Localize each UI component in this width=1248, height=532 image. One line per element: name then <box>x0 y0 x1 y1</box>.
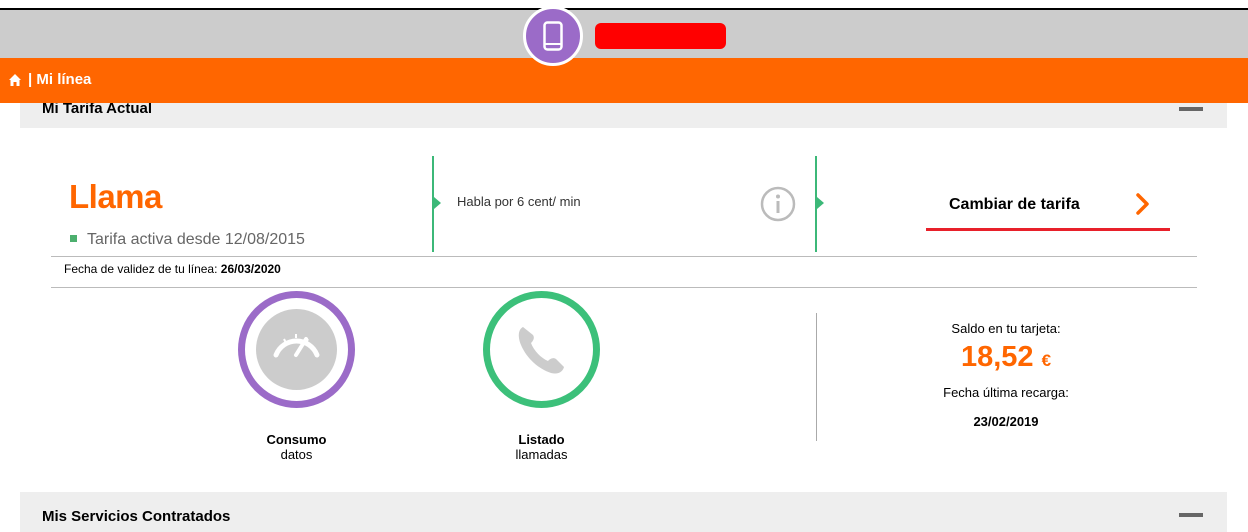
phone-handset-icon <box>501 309 582 390</box>
balance-label: Saldo en tu tarjeta: <box>951 321 1061 336</box>
call-list-sub: llamadas <box>515 447 568 462</box>
balance-value: 18,52 <box>960 341 1034 373</box>
divider <box>51 287 1197 288</box>
collapse-icon[interactable] <box>1179 513 1203 517</box>
breadcrumb: | Mi línea <box>28 71 91 88</box>
change-plan-button[interactable]: Cambiar de tarifa <box>926 185 1170 225</box>
divider-arrow <box>434 197 441 209</box>
line-validity: Fecha de validez de tu línea: 26/03/2020 <box>64 262 281 276</box>
call-list-caption: Listado llamadas <box>483 432 600 462</box>
status-square-icon <box>70 235 77 242</box>
divider <box>51 256 1197 257</box>
breadcrumb-separator: | <box>28 71 33 88</box>
balance-currency: € <box>1041 351 1052 370</box>
change-plan-underline <box>926 228 1170 231</box>
plan-description: Habla por 6 cent/ min <box>457 194 581 209</box>
home-icon[interactable] <box>8 73 22 92</box>
data-usage-title: Consumo <box>266 432 327 447</box>
section-title: Mis Servicios Contratados <box>42 508 231 525</box>
services-section-header[interactable]: Mis Servicios Contratados <box>20 492 1227 532</box>
plan-active-since: Tarifa activa desde 12/08/2015 <box>70 231 305 249</box>
balance-amount: 18,52 € <box>900 341 1112 374</box>
last-recharge-label: Fecha última recarga: <box>943 385 1069 400</box>
collapse-icon[interactable] <box>1179 107 1203 111</box>
plan-active-text: Tarifa activa desde 12/08/2015 <box>87 231 305 248</box>
divider <box>816 313 817 441</box>
smartphone-icon <box>523 6 583 66</box>
data-usage-button[interactable] <box>238 291 355 408</box>
breadcrumb-bar: | Mi línea <box>0 58 1248 103</box>
call-list-button[interactable] <box>483 291 600 408</box>
plan-name: Llama <box>69 178 162 215</box>
last-recharge-date: 23/02/2019 <box>973 414 1039 429</box>
info-icon[interactable] <box>760 186 796 227</box>
chevron-right-icon <box>1136 192 1150 219</box>
validity-label: Fecha de validez de tu línea: <box>64 262 218 276</box>
redacted-phone-number <box>595 23 726 49</box>
call-list-title: Listado <box>518 432 565 447</box>
gauge-icon <box>256 309 337 390</box>
breadcrumb-current: Mi línea <box>36 71 92 88</box>
validity-date: 26/03/2020 <box>220 262 281 276</box>
data-usage-caption: Consumo datos <box>238 432 355 462</box>
change-plan-label: Cambiar de tarifa <box>949 196 1080 213</box>
divider-arrow <box>817 197 824 209</box>
data-usage-sub: datos <box>280 447 313 462</box>
